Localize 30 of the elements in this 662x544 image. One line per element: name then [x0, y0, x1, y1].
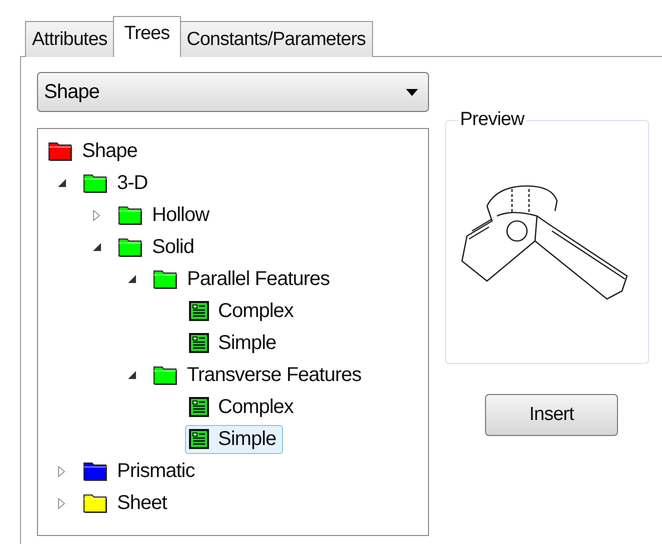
tree-item[interactable]: Solid: [115, 232, 201, 262]
document-icon: [188, 396, 210, 418]
caret-icon: [406, 88, 418, 96]
category-dropdown[interactable]: Shape: [37, 72, 429, 112]
tree-item[interactable]: Sheet: [80, 488, 174, 518]
collapse-arrow-icon[interactable]: [93, 243, 101, 251]
collapse-arrow-icon[interactable]: [128, 371, 136, 379]
tree-item[interactable]: Hollow: [115, 200, 216, 230]
tab[interactable]: Constants/Parameters: [180, 21, 373, 57]
tree-item[interactable]: Simple: [185, 328, 284, 358]
tree-item[interactable]: Simple: [185, 424, 284, 454]
expand-arrow-icon[interactable]: [58, 466, 65, 476]
document-icon: [188, 332, 210, 354]
expand-arrow-icon[interactable]: [58, 498, 65, 508]
tree-item[interactable]: Shape: [45, 136, 144, 166]
tab[interactable]: Attributes: [25, 21, 114, 57]
tree-item[interactable]: Prismatic: [80, 456, 202, 486]
expand-arrow-icon[interactable]: [93, 210, 100, 220]
document-icon: [188, 428, 210, 450]
tree-item[interactable]: 3-D: [80, 168, 155, 198]
tree-item[interactable]: Parallel Features: [150, 264, 337, 294]
collapse-arrow-icon[interactable]: [58, 179, 66, 187]
tree-item[interactable]: Complex: [185, 296, 300, 326]
insert-button[interactable]: Insert: [485, 394, 618, 436]
collapse-arrow-icon[interactable]: [128, 275, 136, 283]
document-icon: [188, 300, 210, 322]
tree-item[interactable]: Complex: [185, 392, 300, 422]
preview-title: Preview: [459, 109, 526, 131]
tab[interactable]: Trees: [113, 16, 181, 57]
tree-item[interactable]: Transverse Features: [150, 360, 368, 390]
